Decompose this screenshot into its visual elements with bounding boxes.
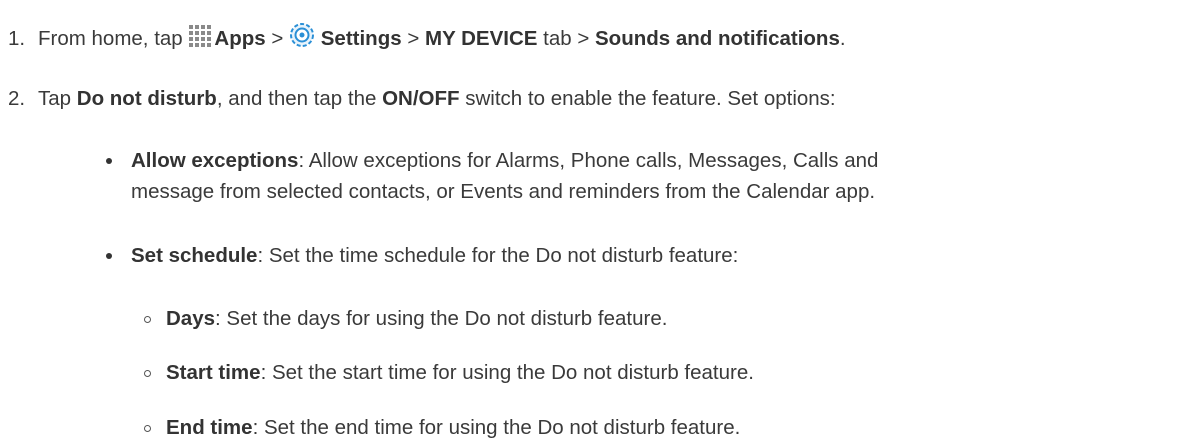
bullet-desc: : Allow exceptions for Alarms, Phone cal… (298, 149, 879, 172)
sub-bullet-term: Start time (166, 361, 261, 384)
step-1: 1. From home, tap Apps > Settings > MY DE… (8, 22, 846, 55)
settings-label: Settings (320, 27, 402, 50)
bullet-allow-exceptions-cont: message from selected contacts, or Event… (131, 179, 875, 205)
step-text: From home, tap (38, 27, 183, 50)
my-device-tab-label: MY DEVICE (425, 27, 538, 50)
separator: > (407, 27, 420, 50)
sub-bullet-circle (144, 370, 151, 377)
bullet-set-schedule: Set schedule: Set the time schedule for … (131, 243, 738, 269)
on-off-label: ON/OFF (382, 87, 460, 110)
sub-bullet-desc: : Set the end time for using the Do not … (252, 416, 741, 439)
step-number: 1. (8, 27, 26, 50)
instructions: 1. From home, tap Apps > Settings > MY DE… (0, 0, 1204, 447)
step-text: switch to enable the feature. Set option… (465, 87, 836, 110)
tab-suffix: tab > (543, 27, 590, 50)
separator: > (271, 27, 284, 50)
sub-bullet-circle (144, 425, 151, 432)
apps-grid-icon (188, 24, 214, 55)
sub-bullet-term: End time (166, 416, 253, 439)
bullet-dot (106, 158, 112, 164)
apps-label: Apps (214, 27, 266, 50)
sub-bullet-start-time: Start time: Set the start time for using… (166, 360, 754, 386)
settings-gear-icon (289, 22, 315, 55)
sub-bullet-term: Days (166, 307, 216, 330)
bullet-term: Allow exceptions (131, 149, 299, 172)
sub-bullet-desc: : Set the days for using the Do not dist… (215, 307, 668, 330)
sub-bullet-end-time: End time: Set the end time for using the… (166, 415, 740, 441)
do-not-disturb-label: Do not disturb (76, 87, 217, 110)
period: . (839, 27, 846, 50)
step-number: 2. (8, 87, 26, 110)
step-text: , and then tap the (216, 87, 377, 110)
sub-bullet-circle (144, 316, 151, 323)
bullet-desc: : Set the time schedule for the Do not d… (257, 244, 739, 267)
bullet-allow-exceptions: Allow exceptions: Allow exceptions for A… (131, 148, 878, 174)
step-2: 2. Tap Do not disturb, and then tap the O… (8, 86, 836, 112)
bullet-term: Set schedule (131, 244, 258, 267)
sub-bullet-days: Days: Set the days for using the Do not … (166, 306, 667, 332)
bullet-desc: message from selected contacts, or Event… (131, 180, 876, 203)
step-text: Tap (38, 87, 72, 110)
bullet-dot (106, 253, 112, 259)
sub-bullet-desc: : Set the start time for using the Do no… (260, 361, 754, 384)
sounds-notifications-label: Sounds and notifications (595, 27, 840, 50)
